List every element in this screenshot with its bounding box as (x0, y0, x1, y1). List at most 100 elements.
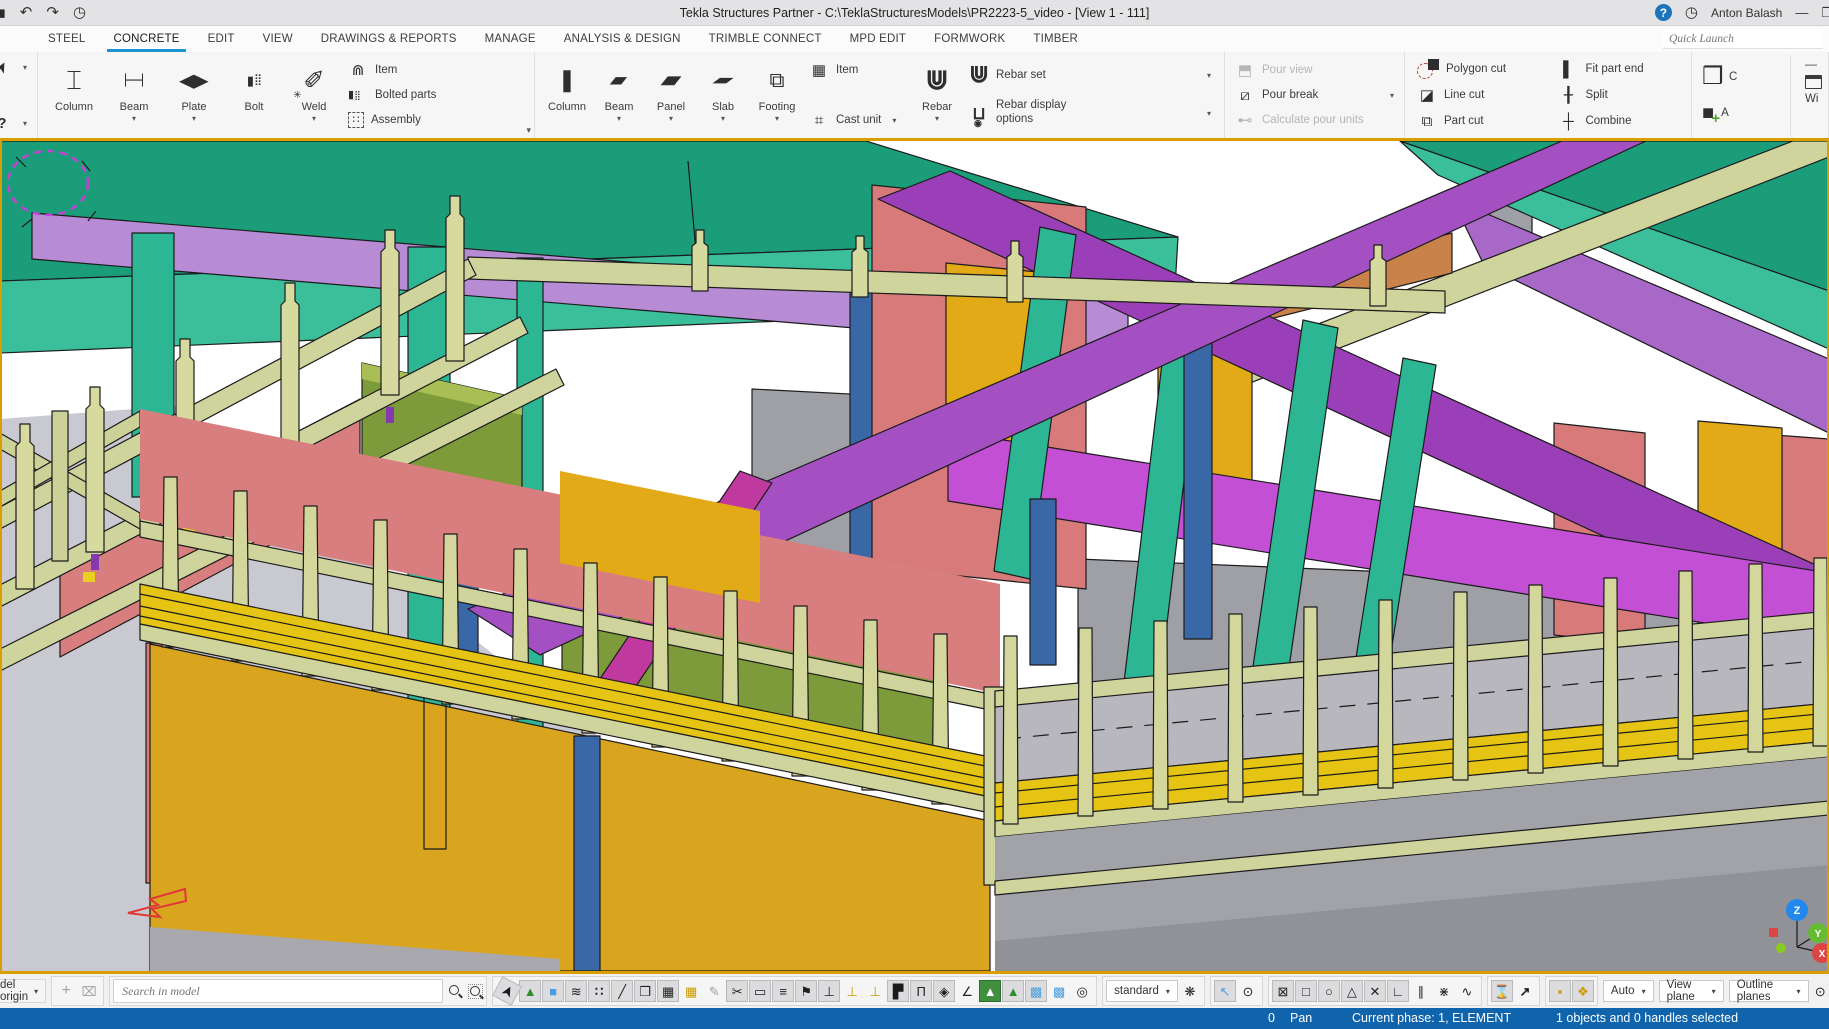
snap-checker-icon[interactable]: ▩ (1025, 980, 1047, 1002)
rebar-display-options-caret[interactable]: ▾ (1207, 109, 1211, 118)
rebar-set-button[interactable]: ⋓ Rebar set ▾ (969, 60, 1211, 90)
steel-beam-button[interactable]: ⌶ Beam ▾ (104, 55, 164, 135)
snap-nearest-icon[interactable]: ∿ (1456, 980, 1478, 1002)
assembly-button[interactable]: ∷ Assembly (348, 110, 470, 130)
clip-rect-icon[interactable]: ▭ (749, 980, 771, 1002)
snap-fork-mid-icon[interactable]: ⊥ (841, 980, 863, 1002)
snap-gem-icon[interactable]: ◈ (933, 980, 955, 1002)
chamfer-button[interactable]: ❒ C (1702, 60, 1778, 94)
smart-select-icon[interactable]: ↖ (1214, 980, 1236, 1002)
snap-box-cross-icon[interactable]: ⊠ (1272, 980, 1294, 1002)
snap-frame-icon[interactable]: Π (910, 980, 932, 1002)
cut-scissors-icon[interactable]: ✂ (726, 980, 748, 1002)
bolt-button[interactable]: ▮⣿ Bolt (224, 55, 284, 135)
snap-grid-lines-icon[interactable]: ≋ (565, 980, 587, 1002)
steel-column-button[interactable]: ⌶ Column (44, 55, 104, 135)
snap-green-tri-icon[interactable]: ▲ (1002, 980, 1024, 1002)
tab-manage[interactable]: MANAGE (471, 26, 550, 52)
model-search-input[interactable] (113, 979, 443, 1003)
wait-hourglass-icon[interactable]: ⌛ (1491, 980, 1513, 1002)
combine-button[interactable]: ┼ Combine (1558, 111, 1679, 131)
footing-button[interactable]: ⧉ Footing ▾ (749, 55, 805, 135)
endpoint-flag-icon[interactable]: ⚑ (795, 980, 817, 1002)
snap-extension-icon[interactable]: ⋇ (1433, 980, 1455, 1002)
outline-planes-dropdown[interactable]: Outline planes ▾ (1729, 980, 1809, 1002)
sphere-web-icon[interactable]: ❋ (1179, 980, 1201, 1002)
snap-parallel-icon[interactable]: ∥ (1410, 980, 1432, 1002)
snap-fork-end-icon[interactable]: ⊥ (864, 980, 886, 1002)
tab-drawings-reports[interactable]: DRAWINGS & REPORTS (307, 26, 471, 52)
snap-checker-alt-icon[interactable]: ▩ (1048, 980, 1070, 1002)
snap-points-icon[interactable]: ▲ (519, 980, 541, 1002)
concrete-column-button[interactable]: ❚ Column (541, 55, 593, 135)
minimize-icon[interactable]: — (1795, 5, 1808, 20)
slab-button[interactable]: ▰ Slab ▾ (697, 55, 749, 135)
tab-steel[interactable]: STEEL (34, 26, 99, 52)
jump-arrow-icon[interactable]: ↗ (1514, 980, 1536, 1002)
concrete-beam-caret[interactable]: ▾ (617, 114, 621, 122)
select-tool-button[interactable]: ➤ ▾ (0, 57, 27, 77)
handle-glow-icon[interactable]: ❖ (1572, 980, 1594, 1002)
minimize-ribbon-icon[interactable]: — (1805, 57, 1817, 71)
select-pointer-icon[interactable]: ➤ (492, 976, 522, 1006)
snap-triangle-icon[interactable]: △ (1341, 980, 1363, 1002)
pour-break-caret[interactable]: ▾ (1390, 91, 1394, 100)
freehand-icon[interactable]: ✎ (703, 980, 725, 1002)
save-icon[interactable]: ◼ (0, 6, 6, 19)
depth-eye-icon[interactable]: ⊙ (1814, 980, 1828, 1002)
bolted-parts-button[interactable]: ▮⣿ Bolted parts (348, 85, 470, 105)
tab-view[interactable]: VIEW (249, 26, 307, 52)
rebar-caret[interactable]: ▾ (935, 114, 939, 122)
weld-button[interactable]: ✐✳ Weld ▾ (284, 55, 344, 135)
split-button[interactable]: ╂ Split (1558, 85, 1679, 105)
rebar-button[interactable]: ⋓ Rebar ▾ (909, 55, 965, 135)
tab-trimble-connect[interactable]: TRIMBLE CONNECT (695, 26, 836, 52)
view-plane-dropdown[interactable]: View plane ▾ (1659, 980, 1724, 1002)
timer-icon[interactable]: ◷ (1685, 5, 1698, 20)
concrete-beam-button[interactable]: ▰ Beam ▾ (593, 55, 645, 135)
search-area-icon[interactable] (468, 984, 483, 999)
tab-edit[interactable]: EDIT (194, 26, 249, 52)
panel-caret[interactable]: ▾ (669, 114, 673, 122)
snap-green-box-icon[interactable]: ▲ (979, 980, 1001, 1002)
inquire-caret[interactable]: ▾ (23, 119, 27, 128)
tab-concrete[interactable]: CONCRETE (99, 26, 193, 52)
snap-solid-icon[interactable]: ❒ (634, 980, 656, 1002)
slab-caret[interactable]: ▾ (721, 114, 725, 122)
plate-caret[interactable]: ▾ (192, 114, 196, 122)
snap-circle-icon[interactable]: ○ (1318, 980, 1340, 1002)
snap-dots-icon[interactable]: ∷ (588, 980, 610, 1002)
help-icon[interactable]: ? (1655, 4, 1672, 21)
pour-break-button[interactable]: ⧄ Pour break ▾ (1235, 85, 1394, 105)
inquire-tool-button[interactable]: ? ▾ (0, 113, 27, 133)
snap-fork-icon[interactable]: ⊥ (818, 980, 840, 1002)
snap-plane-icon[interactable]: ■ (542, 980, 564, 1002)
snap-square-icon[interactable]: □ (1295, 980, 1317, 1002)
restore-icon[interactable]: ❐ (1821, 5, 1829, 21)
redo-icon[interactable]: ↷ (46, 5, 59, 20)
model-3d-view[interactable]: Z Y X (0, 141, 1829, 971)
undo-icon[interactable]: ↶ (20, 5, 33, 20)
search-icon[interactable] (448, 984, 463, 999)
steel-beam-caret[interactable]: ▾ (132, 114, 136, 122)
rebar-set-caret[interactable]: ▾ (1207, 71, 1211, 80)
visibility-eye-icon[interactable]: ⊙ (1237, 980, 1259, 1002)
cast-unit-caret[interactable]: ▾ (892, 116, 896, 125)
snap-profile-dropdown[interactable]: standard ▾ (1106, 980, 1178, 1002)
origin-dropdown[interactable]: del origin ▾ (0, 979, 46, 1003)
user-name[interactable]: Anton Balash (1711, 6, 1782, 20)
delete-point-button[interactable]: ⌧ (78, 980, 100, 1002)
tab-formwork[interactable]: FORMWORK (920, 26, 1019, 52)
polygon-cut-button[interactable]: Polygon cut (1417, 59, 1544, 79)
snap-corner-icon[interactable]: ▛ (887, 980, 909, 1002)
add-point-button[interactable]: + (55, 980, 77, 1002)
fit-part-end-button[interactable]: ▌ Fit part end (1558, 59, 1679, 79)
tab-analysis-design[interactable]: ANALYSIS & DESIGN (550, 26, 695, 52)
snap-perpendicular-icon[interactable]: ∟ (1387, 980, 1409, 1002)
steel-item-button[interactable]: ⋒ Item (348, 60, 470, 80)
snap-grid-icon[interactable]: ▦ (657, 980, 679, 1002)
history-icon[interactable]: ◷ (73, 5, 86, 20)
snap-angle-icon[interactable]: ∠ (956, 980, 978, 1002)
select-tool-caret[interactable]: ▾ (23, 63, 27, 72)
plate-button[interactable]: ◆ Plate ▾ (164, 55, 224, 135)
